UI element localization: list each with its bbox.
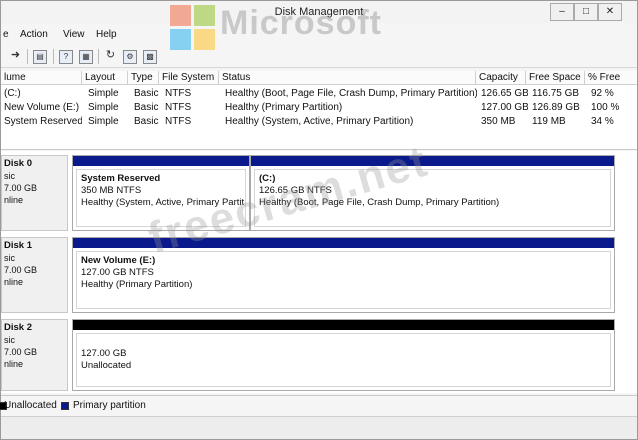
disk-type: sic [4,335,15,345]
column-header-free-space[interactable]: Free Space [526,71,585,85]
disk-info-panel[interactable]: Disk 2 sic 7.00 GB nline [1,319,68,391]
disk-management-window: Disk Management – □ ✕ e Action View Help… [0,0,638,440]
column-header-type[interactable]: Type [128,71,159,85]
partition-name: System Reserved [81,173,161,184]
partition-unallocated[interactable]: 127.00 GB Unallocated [72,319,615,391]
partition-bar [73,156,249,166]
column-header-percent-free[interactable]: % Free [585,71,637,85]
partition-bar [73,320,614,330]
volume-file-system: NTFS [165,102,192,113]
volume-capacity: 126.65 GB [481,88,528,99]
settings-icon[interactable]: ⚙ [123,50,137,64]
volume-layout: Simple [88,102,119,113]
microsoft-text-watermark: Microsoft [220,4,382,42]
menu-action[interactable]: Action [20,29,48,40]
disk-size: 7.00 GB [4,347,38,357]
disk-size: 7.00 GB [4,265,38,275]
volume-type: Basic [134,88,159,99]
disk-info-panel[interactable]: Disk 1 sic 7.00 GB nline [1,237,68,313]
maximize-button[interactable]: □ [574,3,598,21]
volume-percent-free: 34 % [591,116,614,127]
partition-size: 127.00 GB NTFS [81,267,154,278]
console-tree-icon[interactable]: ▤ [33,50,47,64]
minimize-button[interactable]: – [550,3,574,21]
disk-name: Disk 0 [4,158,32,169]
volume-status: Healthy (System, Active, Primary Partiti… [225,116,414,127]
volume-percent-free: 100 % [591,102,620,113]
console-icon[interactable]: ▩ [143,50,157,64]
volume-name: New Volume (E:) [4,102,80,113]
toolbar: ➜ ▤ ? ▦ ↻ ⚙ ▩ [1,45,637,68]
volume-capacity: 350 MB [481,116,516,127]
volume-file-system: NTFS [165,116,192,127]
volume-percent-free: 92 % [591,88,614,99]
partition-size: 127.00 GB [81,348,127,359]
volume-status: Healthy (Primary Partition) [225,102,343,113]
disk-state: nline [4,359,24,369]
toolbar-separator [98,49,99,64]
help-icon[interactable]: ? [59,50,73,64]
status-bar [1,416,637,439]
volume-free-space: 119 MB [532,116,566,127]
legend: Unallocated Primary partition [0,395,637,416]
volume-layout: Simple [88,116,119,127]
disk-state: nline [4,277,24,287]
disk-info-panel[interactable]: Disk 0 sic 7.00 GB nline [1,155,68,231]
legend-primary-swatch [61,402,69,410]
legend-primary-label: Primary partition [73,400,146,411]
menu-view[interactable]: View [63,29,85,40]
partition-status: Healthy (Primary Partition) [81,279,193,290]
column-header-status[interactable]: Status [219,71,476,85]
volume-free-space: 116.75 GB [532,88,580,99]
disk-size: 7.00 GB [4,183,38,193]
column-header-capacity[interactable]: Capacity [476,71,526,85]
toolbar-separator [53,49,54,64]
refresh-icon[interactable]: ↻ [103,48,118,63]
volume-name: (C:) [4,88,21,99]
volume-type: Basic [134,102,159,113]
volume-layout: Simple [88,88,119,99]
microsoft-logo-watermark [170,5,215,50]
legend-unallocated-label: Unallocated [4,400,57,411]
disk-type: sic [4,253,15,263]
volume-free-space: 126.89 GB [532,102,580,113]
volume-status: Healthy (Boot, Page File, Crash Dump, Pr… [225,88,477,99]
properties-icon[interactable]: ▦ [79,50,93,64]
volume-type: Basic [134,116,159,127]
volume-list: lume Layout Type File System Status Capa… [1,71,637,150]
volume-name: System Reserved [4,116,82,127]
disk-type: sic [4,171,15,181]
menu-file[interactable]: e [3,29,9,40]
close-button[interactable]: ✕ [598,3,622,21]
partition-status: Unallocated [81,360,132,371]
volume-capacity: 127.00 GB [481,102,528,113]
toolbar-separator [27,49,28,64]
volume-file-system: NTFS [165,88,192,99]
disk-state: nline [4,195,24,205]
partition-bar [251,156,614,166]
disk-name: Disk 1 [4,240,32,251]
column-header-volume[interactable]: lume [1,71,82,85]
column-header-file-system[interactable]: File System [159,71,219,85]
partition-details: 127.00 GB Unallocated [76,333,611,387]
disk-name: Disk 2 [4,322,32,333]
column-header-layout[interactable]: Layout [82,71,128,85]
arrow-right-icon[interactable]: ➜ [8,48,23,63]
menu-help[interactable]: Help [96,29,117,40]
